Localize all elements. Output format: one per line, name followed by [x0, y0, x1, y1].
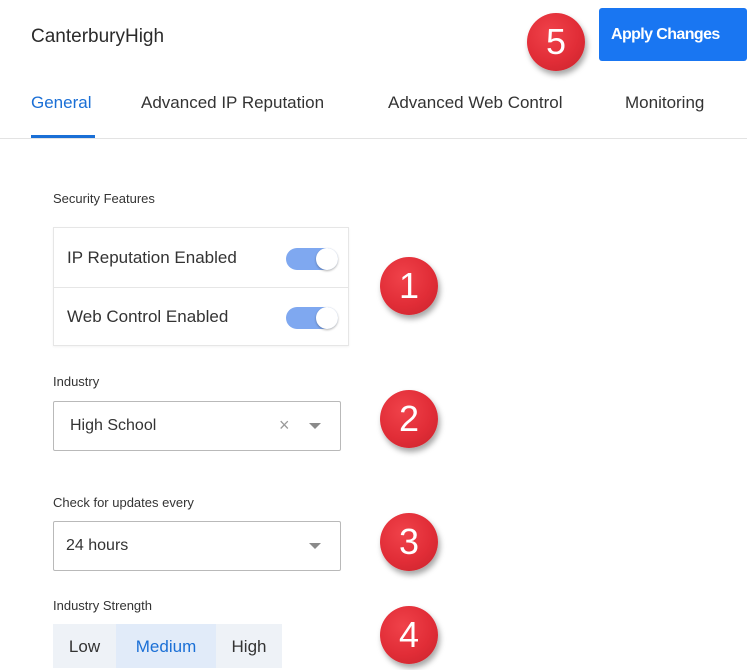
toggle-knob	[316, 248, 338, 270]
callout-marker-1: 1	[380, 257, 438, 315]
industry-select[interactable]: High School ×	[53, 401, 341, 451]
feature-row-ip-reputation: IP Reputation Enabled	[54, 228, 348, 288]
apply-changes-button[interactable]: Apply Changes	[599, 8, 747, 61]
ip-reputation-label: IP Reputation Enabled	[67, 248, 237, 267]
updates-select[interactable]: 24 hours	[53, 521, 341, 571]
security-features-label: Security Features	[53, 191, 155, 206]
chevron-down-icon[interactable]	[309, 423, 321, 429]
feature-row-web-control: Web Control Enabled	[54, 287, 348, 346]
clear-icon[interactable]: ×	[279, 415, 290, 436]
callout-marker-5: 5	[527, 13, 585, 71]
tab-monitoring[interactable]: Monitoring	[625, 93, 704, 113]
strength-option-medium[interactable]: Medium	[116, 624, 216, 668]
app-title: CanterburyHigh	[31, 26, 165, 47]
industry-strength-label: Industry Strength	[53, 598, 152, 613]
security-features-panel: IP Reputation Enabled Web Control Enable…	[53, 227, 349, 346]
callout-marker-2: 2	[380, 390, 438, 448]
chevron-down-icon[interactable]	[309, 543, 321, 549]
ip-reputation-toggle[interactable]	[286, 248, 338, 270]
web-control-toggle[interactable]	[286, 307, 338, 329]
industry-value: High School	[70, 417, 157, 434]
web-control-label: Web Control Enabled	[67, 307, 229, 326]
tab-advanced-web-control[interactable]: Advanced Web Control	[388, 93, 563, 113]
tab-advanced-ip-reputation[interactable]: Advanced IP Reputation	[141, 93, 324, 113]
callout-marker-4: 4	[380, 606, 438, 664]
toggle-knob	[316, 307, 338, 329]
tab-general[interactable]: General	[31, 93, 91, 113]
strength-option-high[interactable]: High	[216, 624, 282, 668]
updates-value: 24 hours	[66, 537, 129, 554]
active-tab-indicator	[31, 135, 95, 138]
industry-label: Industry	[53, 374, 100, 389]
updates-label: Check for updates every	[53, 495, 194, 510]
tab-bar: General Advanced IP Reputation Advanced …	[0, 80, 747, 139]
industry-strength-segmented-control: Low Medium High	[53, 624, 282, 668]
strength-option-low[interactable]: Low	[53, 624, 116, 668]
callout-marker-3: 3	[380, 513, 438, 571]
